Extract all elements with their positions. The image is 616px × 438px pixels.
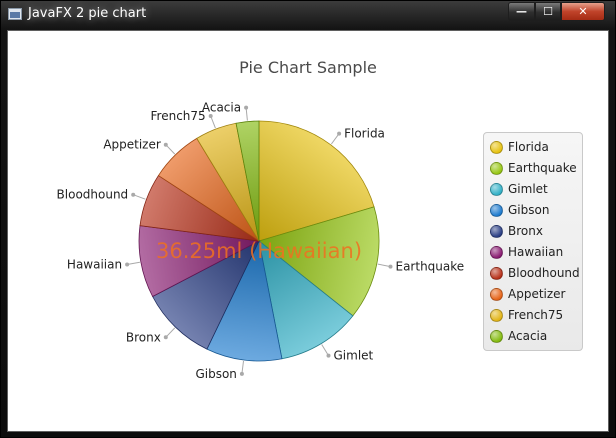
app-icon [8, 8, 22, 20]
legend-swatch [490, 140, 503, 154]
legend-label: Gimlet [508, 182, 548, 196]
label-dot-gimlet [326, 353, 331, 358]
legend-swatch [490, 182, 503, 196]
legend-label: Bronx [508, 224, 543, 238]
chart-area: Pie Chart Sample Florida Earthquake Gimlet… [7, 30, 609, 432]
legend-swatch [490, 329, 503, 343]
legend-label: Appetizer [508, 287, 566, 301]
slice-label-gimlet: Gimlet [334, 349, 374, 363]
slice-label-appetizer: Appetizer [103, 138, 161, 152]
label-dot-gibson [239, 371, 244, 376]
legend-item-bloodhound: Bloodhound [490, 263, 580, 283]
maximize-button[interactable]: ☐ [535, 2, 561, 21]
legend-swatch [490, 224, 503, 238]
legend-item-gimlet: Gimlet [490, 179, 548, 199]
legend-swatch [490, 287, 503, 301]
chart-title: Pie Chart Sample [239, 58, 377, 77]
legend-item-earthquake: Earthquake [490, 158, 577, 178]
legend-label: Hawaiian [508, 245, 564, 259]
chart-legend: Florida Earthquake Gimlet Gibson Bronx Hawaii… [483, 132, 583, 351]
legend-swatch [490, 161, 503, 175]
legend-swatch [490, 308, 503, 322]
legend-swatch [490, 245, 503, 259]
label-dot-earthquake [388, 264, 393, 269]
legend-item-bronx: Bronx [490, 221, 543, 241]
label-dot-florida [337, 131, 342, 136]
legend-item-florida: Florida [490, 137, 549, 157]
legend-item-french75: French75 [490, 305, 563, 325]
slice-label-french75: French75 [151, 109, 206, 123]
slice-label-bronx: Bronx [126, 330, 161, 344]
legend-label: Florida [508, 140, 549, 154]
label-dot-bronx [163, 335, 168, 340]
legend-label: Earthquake [508, 161, 577, 175]
legend-label: Bloodhound [508, 266, 580, 280]
value-tooltip: 36.25ml (Hawaiian) [156, 239, 362, 263]
legend-item-hawaiian: Hawaiian [490, 242, 563, 262]
slice-label-earthquake: Earthquake [396, 260, 465, 274]
legend-swatch [490, 203, 503, 217]
legend-item-acacia: Acacia [490, 326, 547, 346]
legend-label: Acacia [508, 329, 548, 343]
slice-label-acacia: Acacia [202, 101, 241, 115]
title-bar[interactable]: JavaFX 2 pie chart — ☐ ✕ [1, 1, 615, 27]
label-dot-acacia [244, 105, 249, 110]
label-dot-appetizer [163, 142, 168, 147]
legend-item-appetizer: Appetizer [490, 284, 565, 304]
legend-swatch [490, 266, 503, 280]
slice-label-hawaiian: Hawaiian [67, 258, 122, 272]
window-title: JavaFX 2 pie chart [28, 6, 147, 21]
slice-label-gibson: Gibson [195, 367, 236, 381]
label-dot-hawaiian [125, 262, 130, 267]
legend-label: Gibson [508, 203, 550, 217]
label-dot-bloodhound [131, 192, 136, 197]
app-window: JavaFX 2 pie chart — ☐ ✕ Pie Chart Sampl… [0, 0, 616, 438]
legend-item-gibson: Gibson [490, 200, 549, 220]
slice-label-bloodhound: Bloodhound [57, 188, 129, 202]
close-button[interactable]: ✕ [561, 2, 605, 21]
minimize-button[interactable]: — [508, 2, 535, 21]
legend-label: French75 [508, 308, 564, 322]
slice-label-florida: Florida [344, 127, 385, 141]
